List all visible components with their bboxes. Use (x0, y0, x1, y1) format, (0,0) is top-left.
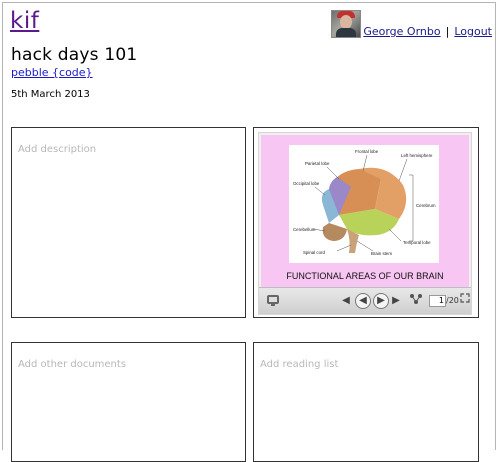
skip-forward-icon[interactable]: ▶ (391, 293, 401, 309)
page-number-input[interactable]: 1 (429, 295, 446, 307)
avatar[interactable] (331, 10, 362, 38)
label-cerebrum: Cerebrum (416, 203, 436, 208)
slide: Frontal lobe Left hemisphere Parietal lo… (261, 135, 469, 289)
speakerdeck-icon[interactable] (265, 293, 281, 309)
event-date: 5th March 2013 (11, 89, 90, 100)
description-panel[interactable]: Add description (11, 127, 246, 318)
page-title: hack days 101 (11, 45, 138, 65)
label-occipital: Occipital lobe (293, 181, 320, 186)
brain-diagram: Frontal lobe Left hemisphere Parietal lo… (289, 145, 439, 263)
user-name-link[interactable]: George Ornbo (363, 25, 440, 38)
logout-link[interactable]: Logout (454, 25, 492, 38)
next-icon[interactable]: ▶ (373, 293, 389, 309)
separator: | (445, 25, 450, 38)
slideshow-panel: Frontal lobe Left hemisphere Parietal lo… (253, 127, 479, 318)
reading-list-placeholder: Add reading list (260, 359, 339, 370)
fullscreen-icon[interactable] (459, 293, 471, 309)
label-cerebellum: Cerebellum (293, 227, 316, 232)
project-link[interactable]: pebble {code} (11, 66, 93, 79)
slide-viewer[interactable]: Frontal lobe Left hemisphere Parietal lo… (258, 132, 472, 315)
slideshow-controls: ◀ ◀ ▶ ▶ 1 /20 (259, 287, 471, 314)
label-parietal: Parietal lobe (305, 161, 330, 166)
reading-list-panel[interactable]: Add reading list (253, 342, 479, 462)
description-placeholder: Add description (18, 144, 97, 155)
label-frontal: Frontal lobe (355, 149, 379, 154)
prev-icon[interactable]: ◀ (355, 293, 371, 309)
documents-placeholder: Add other documents (18, 359, 127, 370)
label-spinal: Spinal cord (303, 250, 326, 255)
label-temporal: Temporal lobe (403, 240, 431, 245)
slide-caption: FUNCTIONAL AREAS OF OUR BRAIN (286, 271, 444, 281)
app-logo[interactable]: kif (10, 8, 39, 34)
label-left-hemisphere: Left hemisphere (401, 153, 433, 158)
label-stem: Brain stem (371, 251, 392, 256)
user-menu: George Ornbo | Logout (331, 10, 492, 38)
share-icon[interactable] (409, 293, 423, 309)
skip-back-icon[interactable]: ◀ (341, 293, 351, 309)
documents-panel[interactable]: Add other documents (11, 342, 246, 462)
page-total: /20 (446, 296, 459, 305)
